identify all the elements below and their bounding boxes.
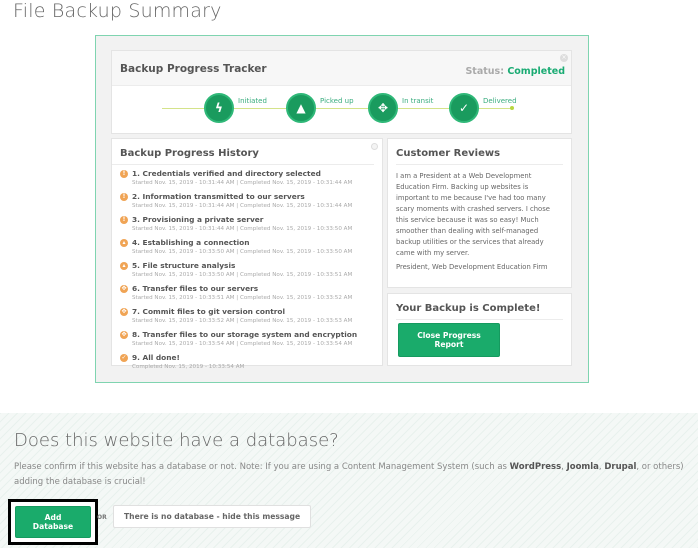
lightning-icon: ϟ <box>204 93 234 123</box>
check-icon: ✓ <box>449 93 479 123</box>
list-item: ✥ 6. Transfer files to our servers Start… <box>120 284 374 305</box>
help-icon[interactable] <box>371 143 378 150</box>
history-item-title: 6. Transfer files to our servers <box>132 284 259 293</box>
list-item: ▴ 4. Establishing a connection Started N… <box>120 238 374 259</box>
history-item-title: 9. All done! <box>132 353 180 362</box>
track-end-dot <box>510 106 514 110</box>
history-title: Backup Progress History <box>112 139 374 165</box>
close-progress-report-button[interactable]: Close Progress Report <box>398 323 500 357</box>
list-item: ! 3. Provisioning a private server Start… <box>120 215 374 236</box>
list-item: ✥ 7. Commit files to git version control… <box>120 307 374 328</box>
list-item: ✓ 9. All done! Completed Nov. 15, 2019 -… <box>120 353 374 374</box>
move-arrows-icon: ✥ <box>368 93 398 123</box>
tracker-status: Status: Completed <box>465 66 565 77</box>
backup-complete-panel: Your Backup is Complete! Close Progress … <box>387 293 572 366</box>
step-label-delivered: Delivered <box>483 97 517 105</box>
transfer-icon: ✥ <box>120 285 128 293</box>
check-circle-icon: ✓ <box>120 354 128 362</box>
database-prompt-section: Does this website have a database? Pleas… <box>0 413 698 548</box>
progress-track: ϟ Initiated ▲ Picked up ✥ In transit ✓ D… <box>112 87 571 133</box>
history-item-meta: Completed Nov. 15, 2019 - 10:33:54 AM <box>132 364 245 370</box>
history-item-meta: Started Nov. 15, 2019 - 10:33:50 AM | Co… <box>132 249 353 255</box>
transfer-icon: ✥ <box>120 331 128 339</box>
history-item-title: 2. Information transmitted to our server… <box>132 192 305 201</box>
complete-title: Your Backup is Complete! <box>396 294 563 320</box>
warning-icon: ! <box>120 216 128 224</box>
history-item-meta: Started Nov. 15, 2019 - 10:33:52 AM | Co… <box>132 318 353 324</box>
page-title: File Backup Summary <box>13 0 222 22</box>
step-label-in-transit: In transit <box>402 97 434 105</box>
history-item-title: 8. Transfer files to our storage system … <box>132 330 358 339</box>
history-item-meta: Started Nov. 15, 2019 - 10:31:44 AM | Co… <box>132 180 353 186</box>
reviews-title: Customer Reviews <box>396 139 563 165</box>
tracker-header: Backup Progress Tracker Status: Complete… <box>112 51 571 86</box>
or-label: OR <box>97 514 107 521</box>
history-item-title: 7. Commit files to git version control <box>132 307 286 316</box>
backup-summary-frame: Backup Progress Tracker Status: Complete… <box>95 35 589 383</box>
cms-drupal: Drupal <box>604 462 637 472</box>
history-item-meta: Started Nov. 15, 2019 - 10:33:54 AM | Co… <box>132 341 353 347</box>
description-text: Please confirm if this website has a dat… <box>14 462 510 472</box>
history-item-title: 5. File structure analysis <box>132 261 236 270</box>
progress-history-panel: Backup Progress History ! 1. Credentials… <box>111 138 383 370</box>
database-title: Does this website have a database? <box>14 430 339 451</box>
history-item-meta: Started Nov. 15, 2019 - 10:31:44 AM | Co… <box>132 226 353 232</box>
hide-database-message-button[interactable]: There is no database - hide this message <box>113 505 312 528</box>
add-database-highlight: Add Database <box>8 499 98 545</box>
transfer-icon: ✥ <box>120 308 128 316</box>
history-item-title: 3. Provisioning a private server <box>132 215 264 224</box>
close-icon[interactable]: × <box>560 54 568 62</box>
thumbs-up-icon: ▲ <box>286 93 316 123</box>
history-item-meta: Started Nov. 15, 2019 - 10:33:51 AM | Co… <box>132 295 353 301</box>
database-description: Please confirm if this website has a dat… <box>14 460 694 490</box>
history-item-title: 4. Establishing a connection <box>132 238 250 247</box>
step-label-picked-up: Picked up <box>320 97 354 105</box>
review-author: President, Web Development Education Fir… <box>396 263 548 271</box>
list-item: ▴ 5. File structure analysis Started Nov… <box>120 261 374 282</box>
analysis-icon: ▴ <box>120 262 128 270</box>
list-item: ✥ 8. Transfer files to our storage syste… <box>120 330 374 351</box>
customer-reviews-panel: Customer Reviews I am a President at a W… <box>387 138 572 288</box>
cms-joomla: Joomla <box>566 462 599 472</box>
history-item-title: 1. Credentials verified and directory se… <box>132 169 321 178</box>
add-database-button[interactable]: Add Database <box>15 506 91 538</box>
history-item-meta: Started Nov. 15, 2019 - 10:33:50 AM | Co… <box>132 272 353 278</box>
step-label-initiated: Initiated <box>238 97 267 105</box>
list-item: ! 1. Credentials verified and directory … <box>120 169 374 190</box>
history-item-meta: Started Nov. 15, 2019 - 10:31:44 AM | Co… <box>132 203 353 209</box>
progress-tracker-card: Backup Progress Tracker Status: Complete… <box>111 50 572 134</box>
status-label: Status: <box>465 66 504 77</box>
history-list: ! 1. Credentials verified and directory … <box>112 165 382 374</box>
cms-wordpress: WordPress <box>509 462 562 472</box>
connection-icon: ▴ <box>120 239 128 247</box>
warning-icon: ! <box>120 193 128 201</box>
tracker-title: Backup Progress Tracker <box>120 63 267 75</box>
warning-icon: ! <box>120 170 128 178</box>
status-value: Completed <box>507 66 565 77</box>
review-text: I am a President at a Web Development Ed… <box>396 172 550 257</box>
list-item: ! 2. Information transmitted to our serv… <box>120 192 374 213</box>
